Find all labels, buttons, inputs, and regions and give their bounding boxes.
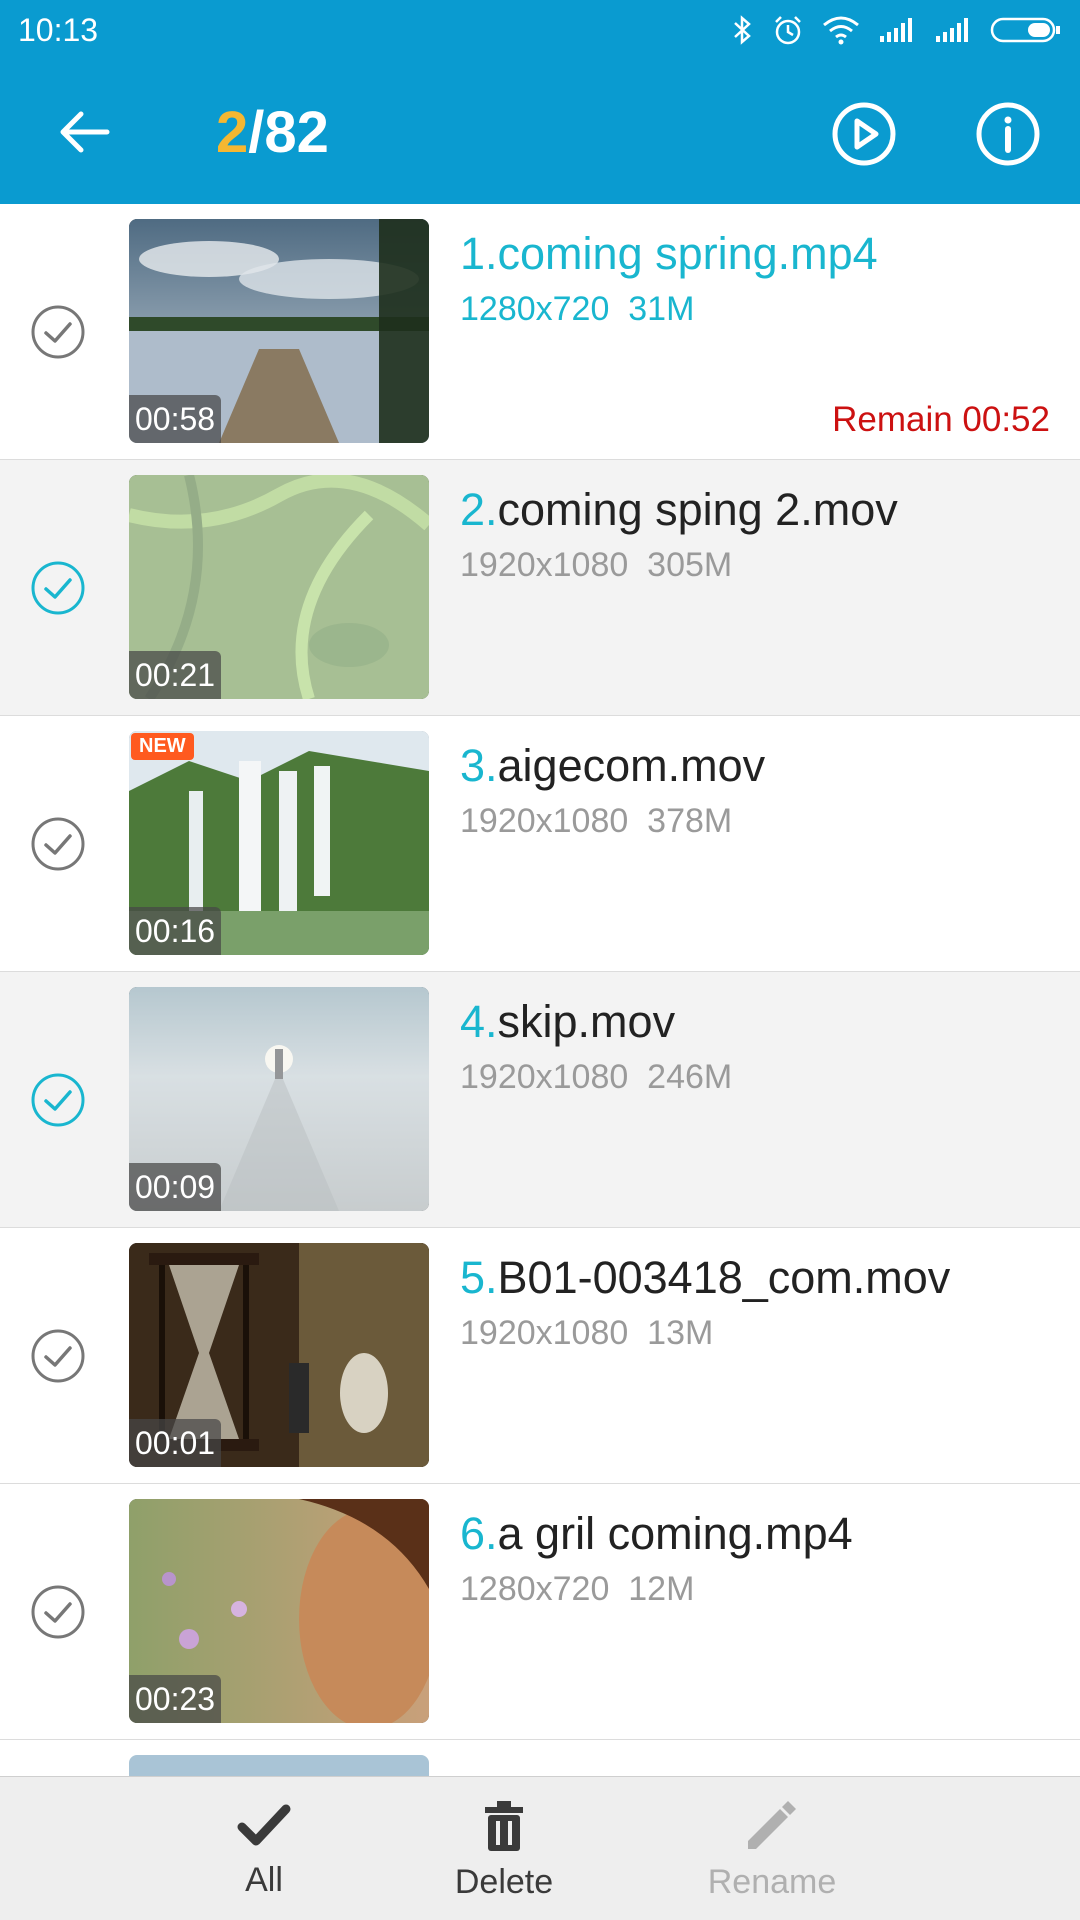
info-icon — [976, 102, 1040, 166]
video-duration: 00:23 — [129, 1675, 222, 1723]
video-duration: 00:09 — [129, 1163, 222, 1211]
pencil-icon — [748, 1801, 796, 1849]
video-row[interactable]: 00:01 5.B01-003418_com.mov 1920x1080 13M — [0, 1228, 1080, 1484]
video-row[interactable]: 00:21 2.coming sping 2.mov 1920x1080 305… — [0, 460, 1080, 716]
video-row[interactable]: 00:23 6.a gril coming.mp4 1280x720 12M — [0, 1484, 1080, 1740]
video-number: 1. — [460, 228, 498, 279]
video-name: B01-003418_com.mov — [497, 1252, 951, 1303]
battery-icon — [990, 17, 1060, 43]
counter-current: 2 — [216, 100, 249, 165]
signal-icon — [936, 18, 968, 42]
video-meta: 1920x1080 13M — [460, 1314, 714, 1352]
video-meta: 1280x720 31M — [460, 290, 695, 328]
video-number: 4. — [460, 996, 498, 1047]
status-bar: 10:13 — [0, 0, 1080, 60]
status-icons — [732, 14, 1062, 46]
video-name: a gril coming.mp4 — [497, 1508, 853, 1559]
video-meta: 1280x720 12M — [460, 1570, 695, 1608]
video-row[interactable] — [0, 1740, 1080, 1776]
app-bar: 2/82 — [0, 60, 1080, 204]
video-number: 6. — [460, 1508, 498, 1559]
status-time: 10:13 — [18, 11, 99, 48]
check-circle-icon[interactable] — [30, 1328, 86, 1384]
video-name: aigecom.mov — [497, 740, 766, 791]
video-list[interactable]: 00:58 1.coming spring.mp4 1280x720 31M R… — [0, 204, 1080, 1776]
video-thumbnail[interactable]: 00:21 — [129, 475, 429, 699]
video-row[interactable]: 00:09 4.skip.mov 1920x1080 246M — [0, 972, 1080, 1228]
checkmark-icon — [237, 1804, 291, 1846]
video-meta: 1920x1080 378M — [460, 802, 733, 840]
alarm-icon — [775, 16, 801, 45]
back-button[interactable] — [52, 100, 116, 164]
video-title[interactable]: 4.skip.mov — [460, 996, 675, 1048]
video-number: 2. — [460, 484, 498, 535]
video-number: 5. — [460, 1252, 498, 1303]
check-circle-icon[interactable] — [30, 816, 86, 872]
check-circle-icon[interactable] — [30, 1584, 86, 1640]
video-row[interactable]: NEW 00:16 3.aigecom.mov 1920x1080 378M — [0, 716, 1080, 972]
video-meta: 1920x1080 305M — [460, 546, 733, 584]
bottom-toolbar: All Delete Rename — [0, 1776, 1080, 1920]
video-name: coming spring.mp4 — [497, 228, 878, 279]
video-thumbnail[interactable]: NEW 00:16 — [129, 731, 429, 955]
check-circle-icon[interactable] — [30, 304, 86, 360]
video-duration: 00:58 — [129, 395, 222, 443]
video-name: skip.mov — [497, 996, 676, 1047]
video-title[interactable]: 3.aigecom.mov — [460, 740, 765, 792]
play-button[interactable] — [830, 100, 898, 168]
video-row[interactable]: 00:58 1.coming spring.mp4 1280x720 31M R… — [0, 204, 1080, 460]
delete-label: Delete — [454, 1863, 554, 1901]
video-meta: 1920x1080 246M — [460, 1058, 733, 1096]
wifi-icon — [823, 16, 859, 45]
trash-icon — [485, 1801, 523, 1851]
remain-time: Remain 00:52 — [832, 400, 1050, 439]
back-arrow-icon — [60, 111, 110, 153]
video-thumbnail[interactable]: 00:58 — [129, 219, 429, 443]
video-duration: 00:01 — [129, 1419, 222, 1467]
new-badge: NEW — [131, 733, 194, 760]
signal-icon — [880, 18, 912, 42]
video-title[interactable]: 6.a gril coming.mp4 — [460, 1508, 853, 1560]
video-title[interactable]: 2.coming sping 2.mov — [460, 484, 898, 536]
video-counter: 2/82 — [216, 98, 329, 168]
video-thumbnail[interactable]: 00:09 — [129, 987, 429, 1211]
video-duration: 00:16 — [129, 907, 222, 955]
info-button[interactable] — [974, 100, 1042, 168]
select-all-button[interactable]: All — [164, 1799, 364, 1900]
check-circle-icon[interactable] — [30, 1072, 86, 1128]
video-title[interactable]: 5.B01-003418_com.mov — [460, 1252, 950, 1304]
video-thumbnail[interactable] — [129, 1755, 429, 1776]
video-name: coming sping 2.mov — [497, 484, 898, 535]
play-circle-icon — [832, 102, 896, 166]
video-thumbnail[interactable]: 00:01 — [129, 1243, 429, 1467]
delete-button[interactable]: Delete — [404, 1799, 604, 1902]
select-all-label: All — [245, 1861, 283, 1899]
check-circle-icon[interactable] — [30, 560, 86, 616]
video-thumbnail[interactable]: 00:23 — [129, 1499, 429, 1723]
video-title[interactable]: 1.coming spring.mp4 — [460, 228, 878, 280]
counter-total: 82 — [264, 100, 329, 165]
rename-label: Rename — [707, 1863, 837, 1901]
bluetooth-icon — [734, 15, 751, 45]
video-duration: 00:21 — [129, 651, 222, 699]
rename-button[interactable]: Rename — [672, 1799, 872, 1902]
video-number: 3. — [460, 740, 498, 791]
counter-separator: / — [248, 100, 265, 165]
